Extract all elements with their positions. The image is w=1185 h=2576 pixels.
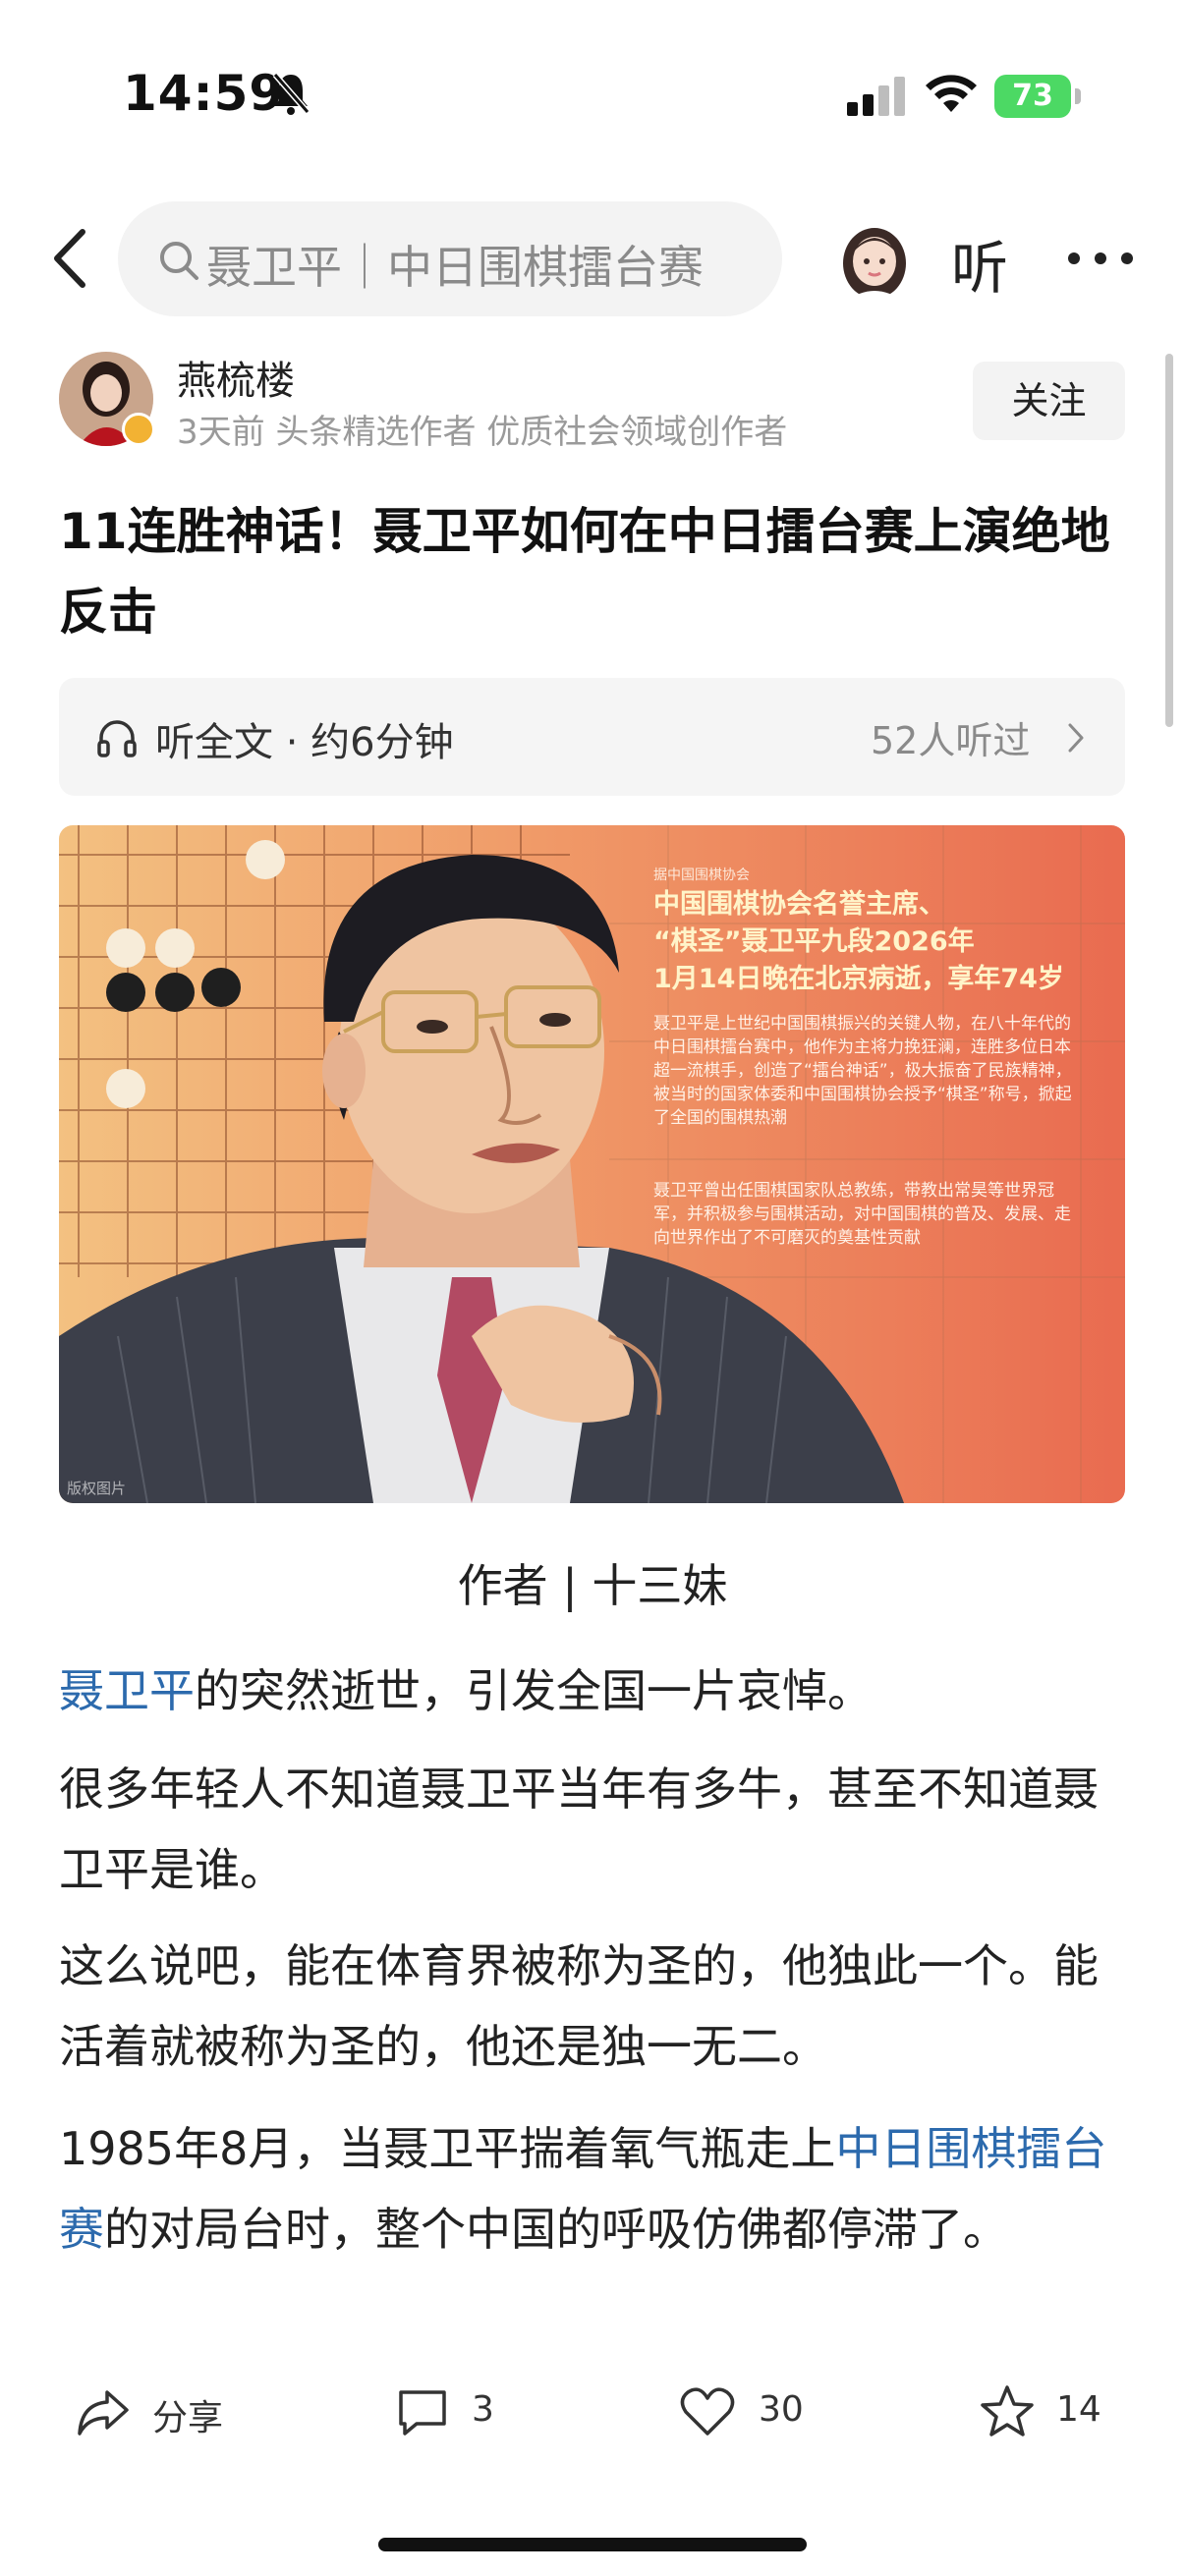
article-byline: 作者 | 十三妹 bbox=[457, 1559, 728, 1612]
cellular-signal-icon bbox=[847, 77, 905, 116]
like-heart-icon[interactable] bbox=[678, 2382, 737, 2441]
wifi-icon bbox=[926, 75, 977, 112]
link-nie-weiping[interactable]: 聂卫平 bbox=[59, 1664, 195, 1717]
listen-count: 52人听过 bbox=[871, 719, 1031, 762]
more-icon[interactable] bbox=[1066, 251, 1135, 266]
paragraph-4-post: 的对局台时，整个中国的呼吸仿佛都停滞了。 bbox=[104, 2203, 1008, 2256]
chevron-right-icon bbox=[1068, 723, 1084, 753]
hero-heading-line: “棋圣”聂卫平九段2026年 bbox=[653, 926, 975, 957]
paragraph-4-pre: 1985年8月，当聂卫平揣着氧气瓶走上 bbox=[59, 2122, 836, 2175]
battery-icon: 73 bbox=[994, 75, 1083, 118]
share-label[interactable]: 分享 bbox=[152, 2389, 223, 2440]
headphone-icon bbox=[97, 720, 137, 757]
article-title: 11连胜神话！聂卫平如何在中日擂台赛上演绝地反击 bbox=[59, 503, 1110, 641]
follow-button[interactable]: 关注 bbox=[973, 362, 1125, 440]
favorite-star-icon[interactable] bbox=[978, 2382, 1037, 2441]
avatar-icon[interactable] bbox=[830, 214, 919, 303]
comment-icon[interactable] bbox=[393, 2382, 452, 2441]
paragraph-1: 聂卫平的突然逝世，引发全国一片哀悼。 bbox=[59, 1651, 1130, 1731]
home-indicator[interactable] bbox=[378, 2538, 807, 2551]
paragraph-2: 很多年轻人不知道聂卫平当年有多牛，甚至不知道聂卫平是谁。 bbox=[59, 1763, 1099, 1896]
hero-paragraph-2: 聂卫平曾出任围棋国家队总教练，带教出常昊等世界冠军，并积极参与围棋活动，对中国围… bbox=[653, 1181, 1071, 1248]
search-query-text[interactable]: 聂卫平｜中日围棋擂台赛 bbox=[206, 232, 704, 297]
bell-slash-icon bbox=[272, 73, 310, 115]
hero-org-text: 据中国围棋协会 bbox=[653, 868, 750, 883]
hero-watermark: 版权图片 bbox=[67, 1480, 127, 1497]
paragraph-4: 1985年8月，当聂卫平揣着氧气瓶走上中日围棋擂台赛的对局台时，整个中国的呼吸仿… bbox=[59, 2108, 1130, 2269]
comment-count[interactable]: 3 bbox=[472, 2389, 494, 2430]
hero-heading-line: 中国围棋协会名誉主席、 bbox=[653, 889, 945, 920]
like-count[interactable]: 30 bbox=[759, 2389, 804, 2430]
share-icon[interactable] bbox=[74, 2382, 133, 2441]
status-time: 14:59 bbox=[123, 65, 285, 122]
paragraph-3: 这么说吧，能在体育界被称为圣的，他独此一个。能活着就被称为圣的，他还是独一无二。 bbox=[59, 1939, 1099, 2073]
listen-full-label: 听全文 · 约6分钟 bbox=[155, 720, 454, 765]
favorite-count[interactable]: 14 bbox=[1056, 2389, 1101, 2430]
listen-button[interactable]: 听 bbox=[951, 222, 1008, 305]
search-icon bbox=[160, 242, 198, 280]
author-name[interactable]: 燕梳楼 bbox=[177, 349, 295, 406]
scrollbar[interactable] bbox=[1165, 354, 1173, 727]
battery-level: 73 bbox=[1012, 79, 1053, 113]
verified-badge-icon bbox=[122, 413, 155, 446]
hero-heading-line: 1月14日晚在北京病逝，享年74岁 bbox=[653, 964, 1064, 994]
article-hero-image[interactable]: 据中国围棋协会 中国围棋协会名誉主席、 “棋圣”聂卫平九段2026年 1月14日… bbox=[59, 825, 1125, 1503]
hero-paragraph-1: 聂卫平是上世纪中国围棋振兴的关键人物，在八十年代的中日围棋擂台赛中，他作为主将力… bbox=[653, 1014, 1072, 1128]
back-icon[interactable] bbox=[47, 224, 96, 293]
author-meta: 3天前 头条精选作者 优质社会领域创作者 bbox=[177, 413, 788, 452]
paragraph-1-text: 的突然逝世，引发全国一片哀悼。 bbox=[195, 1664, 873, 1717]
